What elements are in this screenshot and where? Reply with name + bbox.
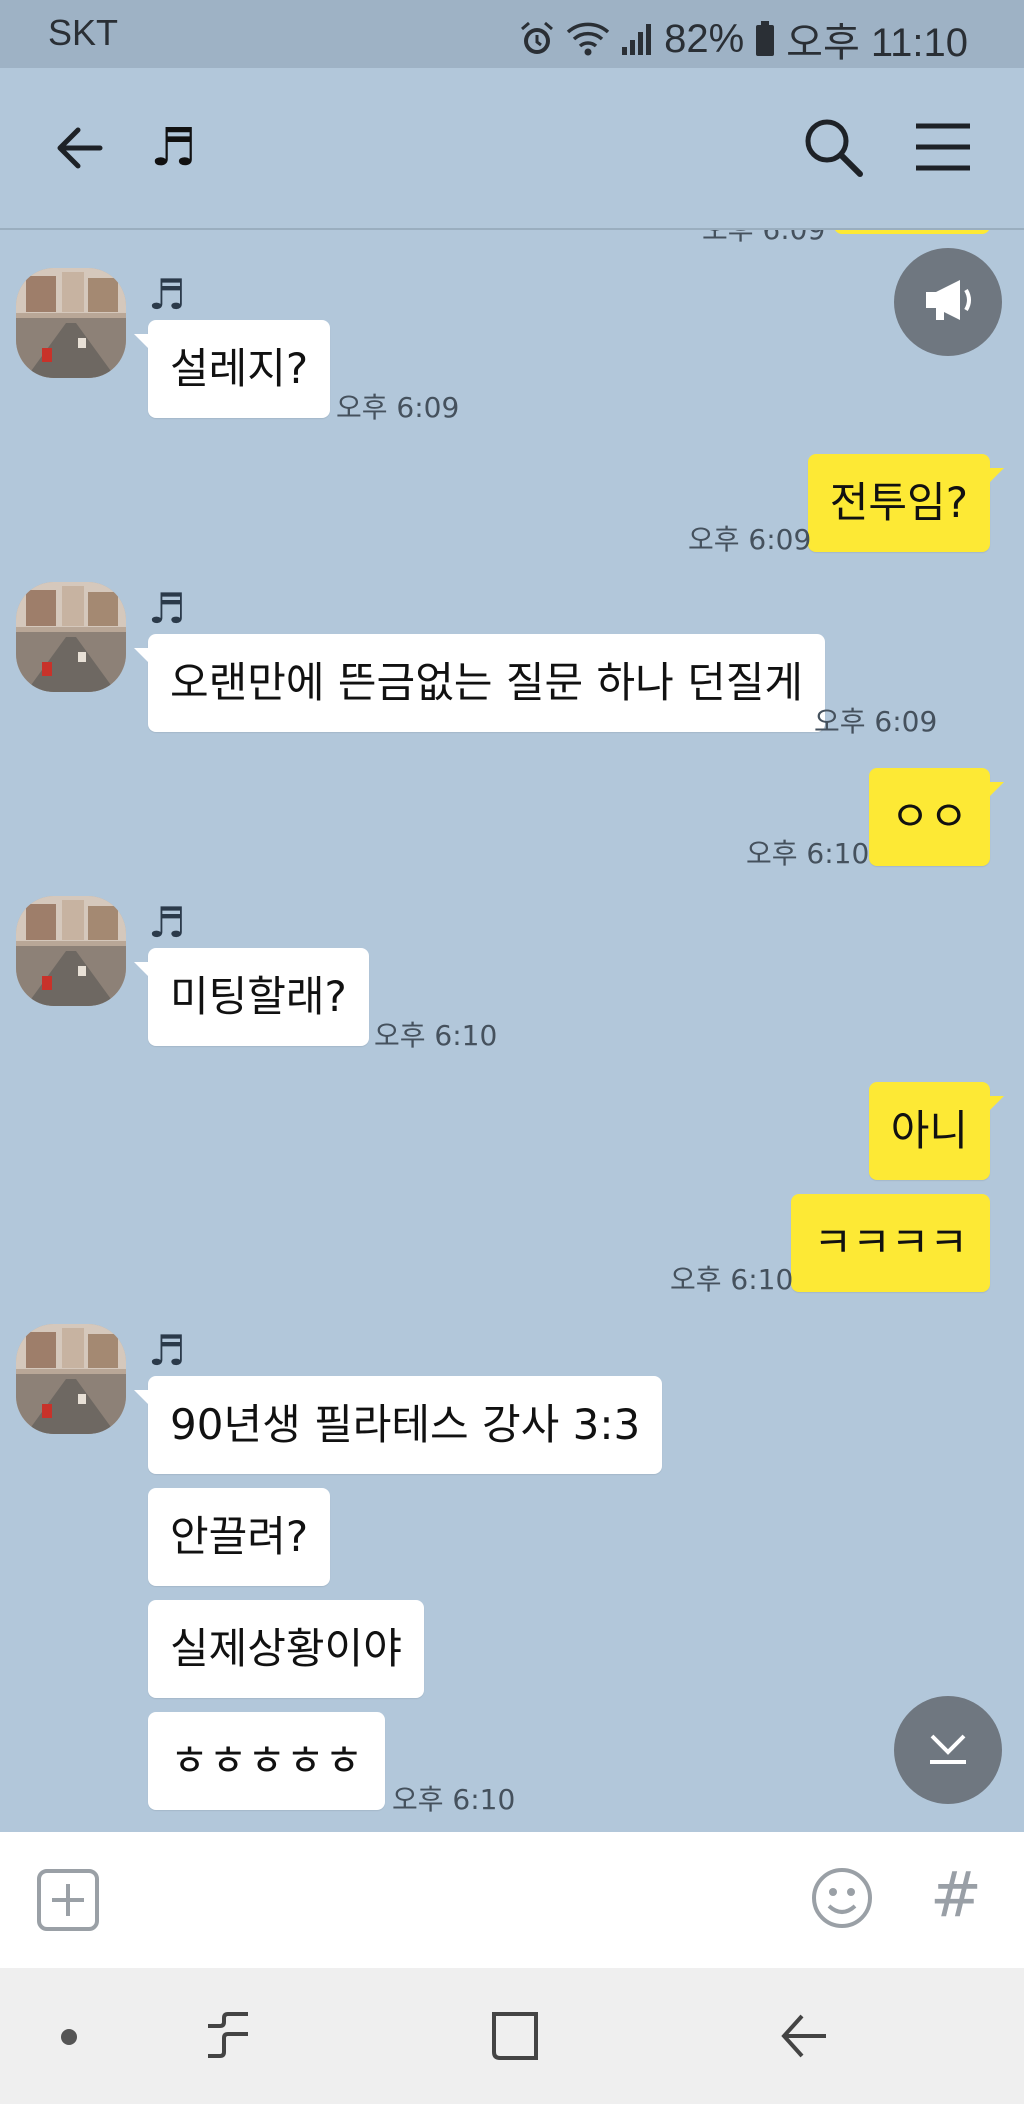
dot-icon: [60, 2028, 78, 2050]
megaphone-icon: [922, 276, 974, 328]
recent-apps-icon[interactable]: [204, 2008, 252, 2068]
menu-icon[interactable]: [912, 120, 974, 174]
message-time: 오후 6:09: [688, 523, 812, 556]
search-icon[interactable]: [800, 114, 866, 180]
chat-title: ♬: [150, 118, 197, 178]
clock: 오후 11:10: [786, 21, 968, 65]
message-time: 오후 6:10: [392, 1783, 516, 1816]
partial-outgoing-bubble: [834, 230, 990, 234]
sender-name: ♬: [148, 584, 186, 633]
sender-name: ♬: [148, 270, 186, 319]
system-nav-bar: [0, 1968, 1024, 2104]
outgoing-message-bubble[interactable]: 전투임?: [807, 454, 1005, 552]
alarm-icon: [518, 20, 556, 58]
battery-icon: [754, 20, 776, 58]
avatar[interactable]: [16, 582, 126, 692]
outgoing-message-bubble[interactable]: 아니: [868, 1082, 1005, 1180]
emoji-icon[interactable]: [810, 1866, 874, 1930]
avatar[interactable]: [16, 268, 126, 378]
outgoing-message-bubble[interactable]: ㅋㅋㅋㅋ: [791, 1194, 990, 1292]
message-time: 오후 6:09: [814, 705, 938, 738]
message-time: 오후 6:09: [336, 391, 460, 424]
carrier-label: SKT: [48, 12, 119, 53]
avatar[interactable]: [16, 896, 126, 1006]
message-time: 오후 6:10: [374, 1019, 498, 1052]
outgoing-message-bubble[interactable]: ㅇㅇ: [868, 768, 1005, 866]
incoming-message-bubble[interactable]: 미팅할래?: [134, 948, 369, 1046]
message-time: 오후 6:10: [670, 1263, 794, 1296]
avatar[interactable]: [16, 1324, 126, 1434]
chat-messages[interactable]: 오후 6:09 ♬ 설레지? 오후 6:09 전투임? 오후 6:09 ♬ 오랜…: [0, 230, 1024, 1830]
scroll-to-bottom-button[interactable]: [894, 1696, 1002, 1804]
battery-percent: 82%: [664, 16, 745, 61]
notice-button[interactable]: [894, 248, 1002, 356]
message-time: 오후 6:09: [702, 230, 825, 248]
sender-name: ♬: [148, 898, 186, 947]
incoming-message-bubble[interactable]: 안끌려?: [148, 1488, 331, 1586]
signal-icon: [620, 21, 654, 57]
wifi-icon: [566, 20, 610, 58]
hashtag-button[interactable]: #: [930, 1858, 982, 1931]
home-icon[interactable]: [490, 2008, 540, 2068]
incoming-message-bubble[interactable]: 90년생 필라테스 강사 3:3: [133, 1376, 663, 1474]
scroll-down-icon: [926, 1728, 970, 1772]
incoming-message-bubble[interactable]: 실제상황이야: [148, 1600, 424, 1698]
message-input-bar: #: [0, 1832, 1024, 1968]
back-arrow-icon[interactable]: [50, 116, 114, 180]
plus-icon[interactable]: [36, 1868, 100, 1932]
back-nav-icon[interactable]: [780, 2008, 830, 2068]
status-bar: SKT 82% 오후 11:10: [0, 0, 1024, 68]
sender-name: ♬: [148, 1326, 186, 1375]
chat-header: ♬: [0, 68, 1024, 230]
incoming-message-bubble[interactable]: 오랜만에 뜬금없는 질문 하나 던질게: [133, 634, 826, 732]
incoming-message-bubble[interactable]: 설레지?: [133, 320, 331, 418]
incoming-message-bubble[interactable]: ㅎㅎㅎㅎㅎ: [148, 1712, 386, 1810]
message-time: 오후 6:10: [746, 837, 870, 870]
